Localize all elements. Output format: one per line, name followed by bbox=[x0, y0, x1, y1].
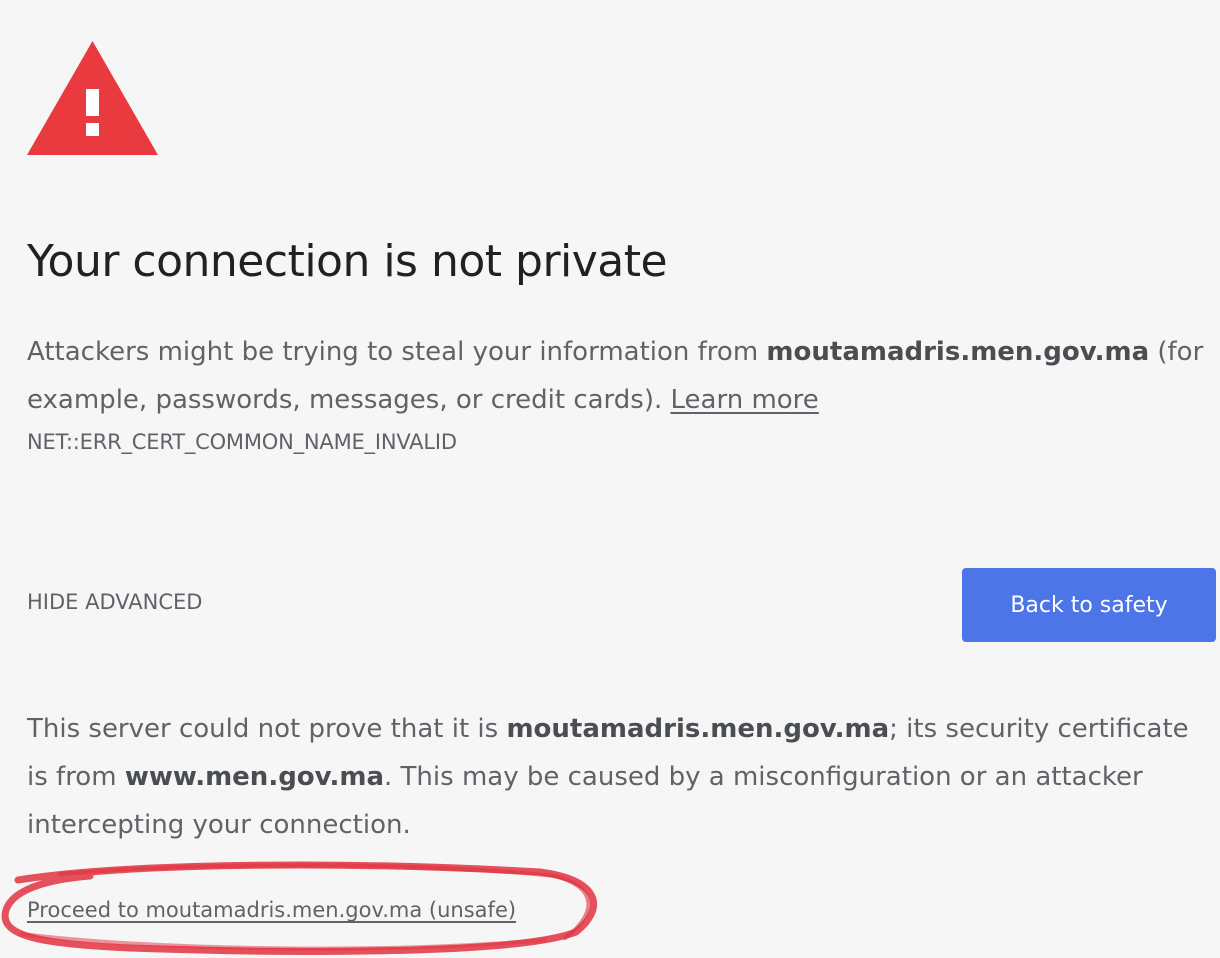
certificate-domain: www.men.gov.ma bbox=[124, 762, 385, 792]
page-title: Your connection is not private bbox=[27, 236, 668, 287]
proceed-unsafe-link[interactable]: Proceed to moutamadris.men.gov.ma (unsaf… bbox=[27, 898, 516, 922]
advanced-details: This server could not prove that it is m… bbox=[27, 705, 1207, 849]
warning-description: Attackers might be trying to steal your … bbox=[27, 328, 1207, 424]
error-code: NET::ERR_CERT_COMMON_NAME_INVALID bbox=[27, 430, 457, 454]
details-site-domain: moutamadris.men.gov.ma bbox=[506, 714, 890, 744]
description-text: Attackers might be trying to steal your … bbox=[27, 337, 767, 367]
details-text: This server could not prove that it is bbox=[27, 714, 507, 744]
learn-more-link[interactable]: Learn more bbox=[671, 385, 819, 415]
hide-advanced-button[interactable]: HIDE ADVANCED bbox=[27, 590, 202, 614]
warning-triangle-icon bbox=[27, 41, 158, 155]
back-to-safety-button[interactable]: Back to safety bbox=[962, 568, 1216, 642]
site-domain: moutamadris.men.gov.ma bbox=[766, 337, 1150, 367]
